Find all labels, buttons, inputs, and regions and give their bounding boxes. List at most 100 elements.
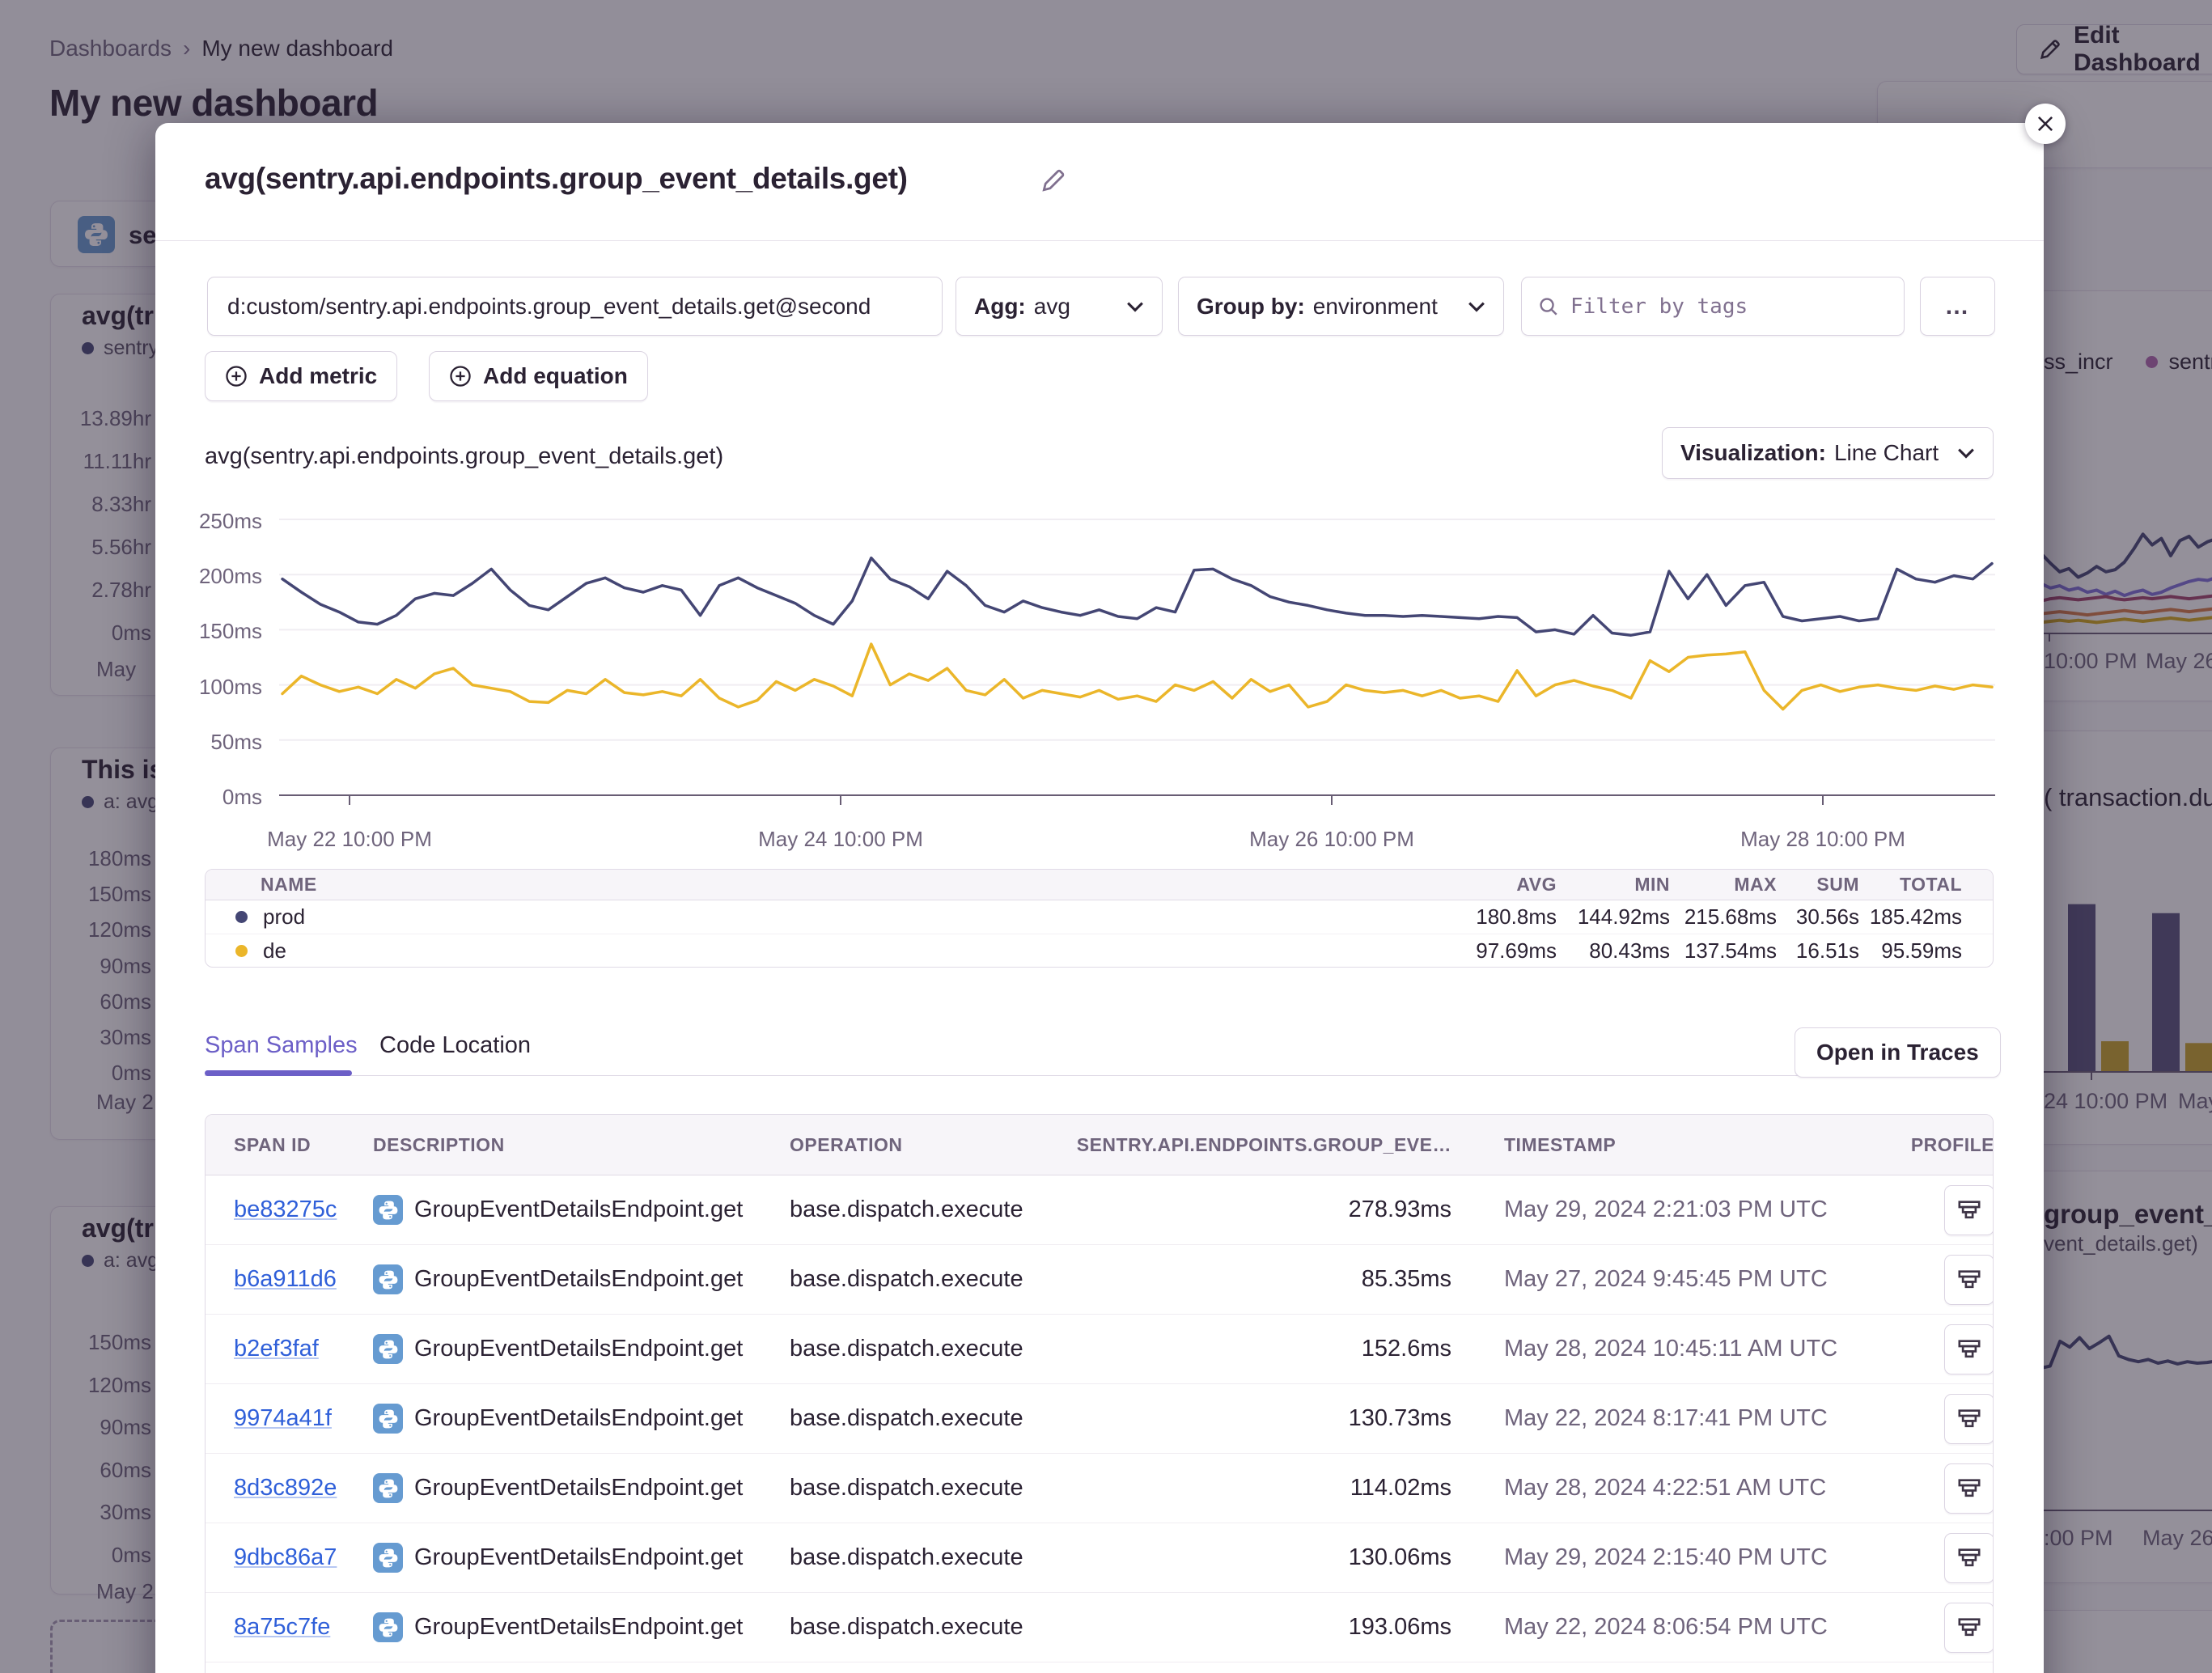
span-id-link[interactable]: 8a75c7fe (234, 1614, 330, 1640)
group-by-value: environment (1313, 294, 1438, 320)
tabs-divider (205, 1075, 1854, 1076)
ellipsis-icon: … (1945, 293, 1971, 320)
close-icon (2035, 113, 2056, 134)
span-id-link[interactable]: b2ef3faf (234, 1336, 319, 1362)
span-sample-row[interactable]: 8a75c7fe GroupEventDetailsEndpoint.get bas… (206, 1593, 1993, 1662)
span-sample-row[interactable]: 8d3c892e GroupEventDetailsEndpoint.get bas… (206, 1454, 1993, 1523)
span-operation: base.dispatch.execute (790, 1475, 1057, 1501)
col-description: DESCRIPTION (373, 1134, 790, 1156)
agg-value: avg (1034, 294, 1070, 320)
y-tick-label: 200ms (157, 564, 262, 589)
close-modal-button[interactable] (2025, 104, 2066, 144)
y-tick-label: 0ms (157, 785, 262, 810)
y-tick-label: 100ms (157, 675, 262, 700)
span-timestamp: May 29, 2024 2:21:03 PM UTC (1451, 1197, 1909, 1223)
span-timestamp: May 28, 2024 4:22:51 AM UTC (1451, 1475, 1909, 1501)
chevron-down-icon (1468, 301, 1485, 312)
edit-title-icon[interactable] (1040, 167, 1067, 194)
series-max: 215.68ms (1670, 904, 1777, 930)
span-description: GroupEventDetailsEndpoint.get (414, 1336, 743, 1362)
metric-details-modal: avg(sentry.api.endpoints.group_event_det… (155, 123, 2044, 1673)
y-tick-label: 250ms (157, 509, 262, 534)
span-samples-table: SPAN ID DESCRIPTION OPERATION SENTRY.API… (205, 1114, 1994, 1673)
open-in-traces-button[interactable]: Open in Traces (1795, 1027, 2001, 1078)
profile-button[interactable] (1944, 1463, 1994, 1514)
span-timestamp: May 27, 2024 9:45:45 PM UTC (1451, 1266, 1909, 1293)
visualization-select[interactable]: Visualization: Line Chart (1662, 427, 1994, 479)
flame-graph-icon (1957, 1546, 1981, 1570)
filter-tags-input[interactable] (1570, 294, 1862, 319)
span-id-link[interactable]: be83275c (234, 1197, 337, 1222)
span-operation: base.dispatch.execute (790, 1614, 1057, 1641)
col-profile: PROFILE (1909, 1134, 1994, 1156)
y-tick-label: 150ms (157, 619, 262, 644)
screen: Dashboards›My new dashboard My new dashb… (0, 0, 2212, 1673)
summary-table-header: NAME AVG MIN MAX SUM TOTAL (206, 870, 1993, 900)
samples-table-body: be83275c GroupEventDetailsEndpoint.get bas… (206, 1175, 1993, 1662)
series-max: 137.54ms (1670, 938, 1777, 964)
add-metric-button[interactable]: Add metric (205, 351, 397, 401)
python-icon (373, 1404, 403, 1434)
add-equation-button[interactable]: Add equation (429, 351, 648, 401)
span-sample-row[interactable]: be83275c GroupEventDetailsEndpoint.get bas… (206, 1175, 1993, 1245)
python-icon (373, 1195, 403, 1225)
chevron-down-icon (1957, 447, 1975, 459)
span-description: GroupEventDetailsEndpoint.get (414, 1197, 743, 1223)
summary-row[interactable]: prod180.8ms144.92ms215.68ms30.56s185.42m… (206, 900, 1993, 934)
visualization-label: Visualization: (1680, 440, 1826, 466)
span-sample-row[interactable]: 9974a41f GroupEventDetailsEndpoint.get bas… (206, 1384, 1993, 1454)
col-timestamp: TIMESTAMP (1451, 1134, 1909, 1156)
span-duration: 85.35ms (1057, 1266, 1451, 1293)
series-total: 95.59ms (1859, 938, 1962, 964)
col-avg: AVG (1362, 874, 1557, 896)
add-metric-label: Add metric (259, 363, 377, 389)
x-tick-label: May 26 10:00 PM (1249, 827, 1414, 852)
span-description: GroupEventDetailsEndpoint.get (414, 1614, 743, 1641)
span-id-link[interactable]: b6a911d6 (234, 1266, 337, 1292)
profile-button[interactable] (1944, 1394, 1994, 1444)
series-avg: 180.8ms (1362, 904, 1557, 930)
metric-query-input[interactable] (208, 294, 904, 320)
summary-row[interactable]: de97.69ms80.43ms137.54ms16.51s95.59ms (206, 934, 1993, 967)
profile-button[interactable] (1944, 1603, 1994, 1653)
chevron-down-icon (1126, 301, 1144, 312)
chart-query-label: avg(sentry.api.endpoints.group_event_det… (205, 443, 723, 470)
query-overflow-button[interactable]: … (1920, 277, 1995, 336)
agg-label: Agg: (974, 294, 1026, 320)
series-avg: 97.69ms (1362, 938, 1557, 964)
span-operation: base.dispatch.execute (790, 1405, 1057, 1432)
group-by-select[interactable]: Group by: environment (1178, 277, 1504, 336)
tab-code-location[interactable]: Code Location (379, 1032, 531, 1059)
samples-table-header: SPAN ID DESCRIPTION OPERATION SENTRY.API… (206, 1115, 1993, 1175)
span-description: GroupEventDetailsEndpoint.get (414, 1405, 743, 1432)
aggregation-select[interactable]: Agg: avg (956, 277, 1163, 336)
span-description: GroupEventDetailsEndpoint.get (414, 1475, 743, 1501)
tab-span-samples[interactable]: Span Samples (205, 1032, 358, 1059)
series-sum: 30.56s (1777, 904, 1859, 930)
span-operation: base.dispatch.execute (790, 1197, 1057, 1223)
span-id-link[interactable]: 9974a41f (234, 1405, 332, 1431)
span-sample-row[interactable]: b2ef3fafGroupEventDetailsEndpoint.getbas… (206, 1315, 1993, 1384)
span-sample-row[interactable]: b6a911d6GroupEventDetailsEndpoint.getbas… (206, 1245, 1993, 1315)
flame-graph-icon (1957, 1337, 1981, 1362)
series-color-dot (235, 945, 248, 957)
series-name: de (263, 938, 286, 964)
group-by-label: Group by: (1197, 294, 1305, 320)
span-id-link[interactable]: 8d3c892e (234, 1475, 337, 1501)
span-sample-row[interactable]: 9dbc86a7GroupEventDetailsEndpoint.getbas… (206, 1523, 1993, 1593)
profile-button[interactable] (1944, 1185, 1994, 1235)
col-duration: SENTRY.API.ENDPOINTS.GROUP_EVE… (1057, 1134, 1451, 1156)
divider (155, 240, 2044, 241)
python-icon (373, 1543, 403, 1573)
visualization-value: Line Chart (1834, 440, 1939, 466)
col-max: MAX (1670, 874, 1777, 896)
span-operation: base.dispatch.execute (790, 1544, 1057, 1571)
metric-query-field[interactable] (207, 277, 943, 336)
profile-button[interactable] (1944, 1255, 1994, 1305)
filter-by-tags-field[interactable] (1521, 277, 1905, 336)
series-min: 80.43ms (1557, 938, 1670, 964)
span-id-link[interactable]: 9dbc86a7 (234, 1544, 337, 1570)
profile-button[interactable] (1944, 1324, 1994, 1374)
profile-button[interactable] (1944, 1533, 1994, 1583)
active-tab-underline (205, 1070, 352, 1076)
